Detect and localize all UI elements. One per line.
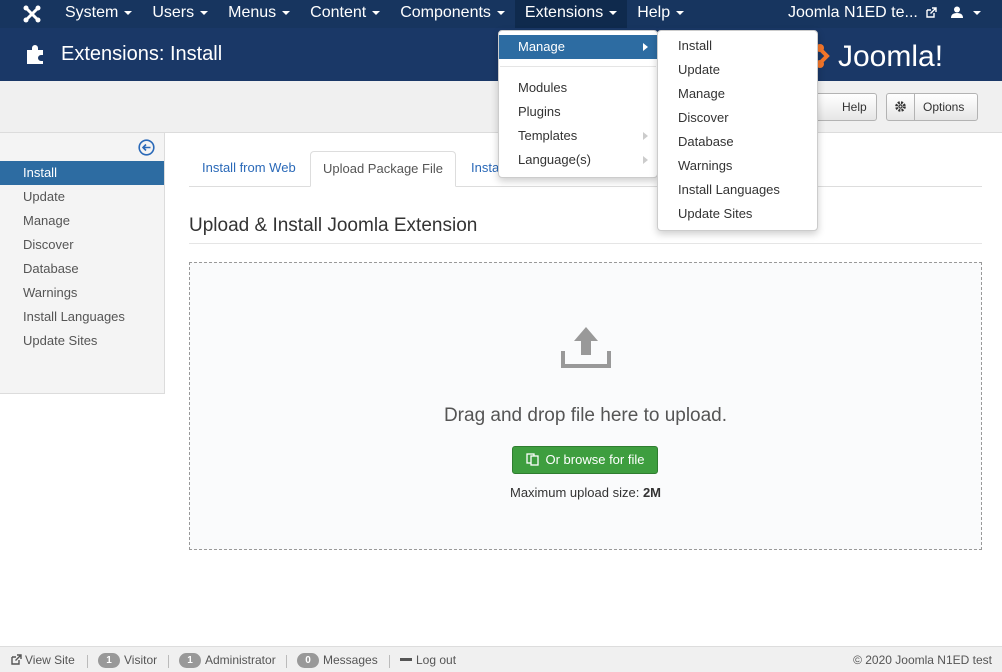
menu-item-modules[interactable]: Modules — [499, 76, 657, 100]
sidebar: Install Update Manage Discover Database … — [0, 133, 165, 394]
max-upload-size: Maximum upload size: 2M — [509, 485, 661, 500]
submenu-item-update[interactable]: Update — [658, 58, 817, 82]
site-name: Joomla N1ED te... — [788, 4, 918, 21]
sidebar-item-warnings[interactable]: Warnings — [0, 281, 164, 305]
external-link-icon — [926, 7, 937, 18]
svg-text:Joomla!: Joomla! — [838, 40, 943, 73]
administrators-status: 1 Administrator — [179, 647, 276, 672]
status-separator — [87, 655, 88, 668]
submenu-item-install-languages[interactable]: Install Languages — [658, 178, 817, 202]
external-link-icon — [11, 654, 22, 665]
site-link[interactable]: Joomla N1ED te... — [788, 0, 937, 28]
submenu-item-update-sites[interactable]: Update Sites — [658, 202, 817, 226]
submenu-item-manage[interactable]: Manage — [658, 82, 817, 106]
menu-system[interactable]: System — [55, 0, 142, 28]
submenu-item-database[interactable]: Database — [658, 130, 817, 154]
top-navbar: System Users Menus Content Components Ex… — [0, 0, 1002, 28]
user-menu[interactable] — [950, 6, 981, 22]
page-title: Extensions: Install — [61, 43, 223, 65]
collapse-sidebar-icon[interactable] — [138, 139, 155, 159]
menu-users[interactable]: Users — [142, 0, 218, 28]
status-separator — [168, 655, 169, 668]
submenu-arrow-icon — [643, 132, 648, 140]
visitor-count-badge: 1 — [98, 653, 120, 668]
copy-file-icon — [525, 453, 539, 466]
puzzle-piece-icon — [24, 43, 46, 68]
joomla-logo-icon[interactable] — [22, 4, 42, 24]
sidebar-item-update[interactable]: Update — [0, 185, 164, 209]
section-title: Upload & Install Joomla Extension — [189, 215, 478, 236]
view-site-link[interactable]: View Site — [11, 647, 75, 672]
caret-down-icon — [124, 10, 133, 15]
caret-down-icon — [676, 10, 685, 15]
sidebar-item-install-languages[interactable]: Install Languages — [0, 305, 164, 329]
menu-extensions[interactable]: Extensions — [514, 0, 628, 28]
menu-item-manage[interactable]: Manage — [499, 35, 657, 59]
menu-help[interactable]: Help — [627, 0, 694, 28]
menu-item-templates[interactable]: Templates — [499, 124, 657, 148]
caret-down-icon — [496, 10, 505, 15]
joomla-brand-logo: Joomla! — [816, 40, 943, 73]
copyright: © 2020 Joomla N1ED test — [853, 653, 992, 667]
drop-text: Drag and drop file here to upload. — [443, 405, 728, 426]
logout-link[interactable]: Log out — [400, 647, 456, 672]
options-button[interactable]: Options — [886, 93, 978, 121]
sidebar-item-install[interactable]: Install — [0, 161, 164, 185]
status-separator — [286, 655, 287, 668]
main-menu: System Users Menus Content Components Ex… — [55, 0, 694, 28]
visitors-status: 1 Visitor — [98, 647, 157, 672]
upload-dropzone[interactable]: Drag and drop file here to upload. Or br… — [189, 262, 982, 550]
user-icon — [951, 6, 963, 18]
menu-separator — [500, 66, 656, 67]
browse-file-button[interactable]: Or browse for file — [512, 446, 658, 474]
menu-content[interactable]: Content — [300, 0, 390, 28]
caret-down-icon — [200, 10, 209, 15]
caret-down-icon — [282, 10, 291, 15]
manage-submenu: Install Update Manage Discover Database … — [657, 30, 818, 231]
menu-components[interactable]: Components — [390, 0, 515, 28]
submenu-arrow-icon — [643, 156, 648, 164]
submenu-arrow-icon — [643, 43, 648, 51]
sidebar-item-update-sites[interactable]: Update Sites — [0, 329, 164, 353]
caret-down-icon — [609, 10, 618, 15]
minus-icon — [400, 658, 412, 661]
caret-down-icon — [372, 10, 381, 15]
divider — [189, 243, 982, 244]
gear-icon — [887, 94, 915, 120]
status-separator — [389, 655, 390, 668]
messages-link[interactable]: 0 Messages — [297, 647, 378, 672]
sidebar-item-discover[interactable]: Discover — [0, 233, 164, 257]
menu-menus[interactable]: Menus — [218, 0, 300, 28]
menu-item-languages[interactable]: Language(s) — [499, 148, 657, 172]
menu-item-plugins[interactable]: Plugins — [499, 100, 657, 124]
tab-install-from-web[interactable]: Install from Web — [190, 151, 308, 187]
extensions-dropdown: Manage Modules Plugins Templates Languag… — [498, 30, 658, 178]
sidebar-menu: Install Update Manage Discover Database … — [0, 161, 164, 353]
sidebar-item-manage[interactable]: Manage — [0, 209, 164, 233]
sidebar-item-database[interactable]: Database — [0, 257, 164, 281]
submenu-item-install[interactable]: Install — [658, 34, 817, 58]
tab-upload-package-file[interactable]: Upload Package File — [310, 151, 456, 187]
caret-down-icon — [972, 11, 981, 15]
submenu-item-warnings[interactable]: Warnings — [658, 154, 817, 178]
submenu-item-discover[interactable]: Discover — [658, 106, 817, 130]
upload-icon — [561, 325, 611, 372]
admin-count-badge: 1 — [179, 653, 201, 668]
messages-count-badge: 0 — [297, 653, 319, 668]
status-bar: View Site 1 Visitor 1 Administrator 0 Messa… — [0, 646, 1002, 672]
